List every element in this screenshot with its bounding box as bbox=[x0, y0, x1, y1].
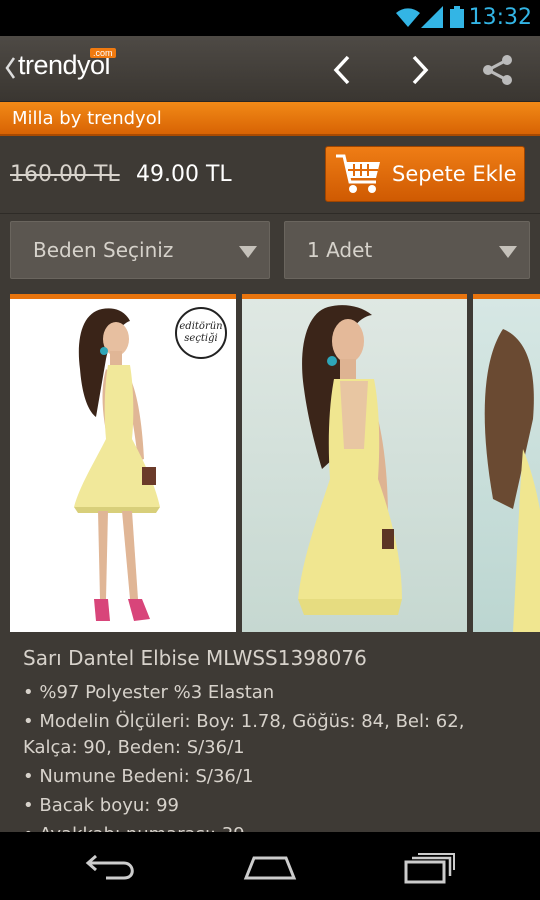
previous-icon bbox=[333, 55, 350, 85]
quantity-dropdown[interactable]: 1 Adet bbox=[284, 221, 530, 279]
selector-row: Beden Seçiniz 1 Adet bbox=[0, 214, 540, 294]
next-icon bbox=[412, 55, 429, 85]
badge-line-2: seçtiği bbox=[184, 333, 218, 344]
share-icon bbox=[483, 55, 512, 85]
logo-badge: .com bbox=[90, 48, 116, 58]
detail-item: %97 Polyester %3 Elastan bbox=[23, 680, 523, 706]
size-dropdown-value: Beden Seçiniz bbox=[33, 238, 174, 262]
product-description: Sarı Dantel Elbise MLWSS1398076 %97 Poly… bbox=[0, 634, 540, 832]
previous-button[interactable] bbox=[322, 50, 362, 90]
next-button[interactable] bbox=[400, 50, 440, 90]
new-price: 49.00 TL bbox=[136, 162, 232, 187]
product-gallery[interactable]: editörün seçtiği bbox=[0, 294, 540, 634]
detail-item: Ayakkabı numarası: 39 bbox=[23, 822, 523, 832]
shopping-cart-icon bbox=[336, 154, 380, 193]
home-icon[interactable] bbox=[240, 850, 300, 884]
screen: 13:32 trendyol .com Milla by trendyol 16… bbox=[0, 0, 540, 900]
recent-apps-icon[interactable] bbox=[398, 850, 458, 884]
old-price: 160.00 TL bbox=[10, 162, 120, 187]
size-dropdown[interactable]: Beden Seçiniz bbox=[10, 221, 270, 279]
model-photo-side bbox=[484, 329, 540, 632]
up-navigation-icon[interactable] bbox=[4, 56, 16, 80]
editors-pick-badge: editörün seçtiği bbox=[175, 307, 227, 359]
badge-line-1: editörün bbox=[179, 321, 223, 332]
model-photo-back bbox=[298, 305, 402, 615]
clock: 13:32 bbox=[468, 5, 532, 30]
brand-label: Milla by trendyol bbox=[12, 108, 162, 129]
detail-item: Numune Bedeni: S/36/1 bbox=[23, 764, 523, 790]
detail-item: Modelin Ölçüleri: Boy: 1.78, Göğüs: 84, … bbox=[23, 709, 523, 761]
product-details-list: %97 Polyester %3 Elastan Modelin Ölçüler… bbox=[23, 680, 523, 832]
system-nav-bar bbox=[0, 832, 540, 900]
share-button[interactable] bbox=[478, 50, 518, 90]
status-bar: 13:32 bbox=[0, 0, 540, 36]
back-icon[interactable] bbox=[82, 850, 142, 884]
add-to-cart-button[interactable]: Sepete Ekle bbox=[325, 146, 525, 202]
product-image-3[interactable] bbox=[473, 294, 540, 632]
add-to-cart-label: Sepete Ekle bbox=[392, 162, 517, 186]
signal-icon bbox=[421, 6, 443, 28]
wifi-icon bbox=[396, 8, 420, 27]
brand-bar[interactable]: Milla by trendyol bbox=[0, 102, 540, 136]
battery-icon bbox=[450, 6, 464, 28]
product-image-2[interactable] bbox=[242, 294, 467, 632]
price-row: 160.00 TL 49.00 TL Sepete Ekle bbox=[0, 136, 540, 214]
trendyol-logo[interactable]: trendyol .com bbox=[18, 48, 116, 81]
action-bar: trendyol .com bbox=[0, 36, 540, 102]
product-image-1[interactable]: editörün seçtiği bbox=[10, 294, 236, 632]
quantity-dropdown-value: 1 Adet bbox=[307, 238, 373, 262]
dropdown-arrow-icon bbox=[499, 246, 517, 258]
detail-item: Bacak boyu: 99 bbox=[23, 793, 523, 819]
dropdown-arrow-icon bbox=[239, 246, 257, 258]
product-title: Sarı Dantel Elbise MLWSS1398076 bbox=[23, 646, 367, 670]
